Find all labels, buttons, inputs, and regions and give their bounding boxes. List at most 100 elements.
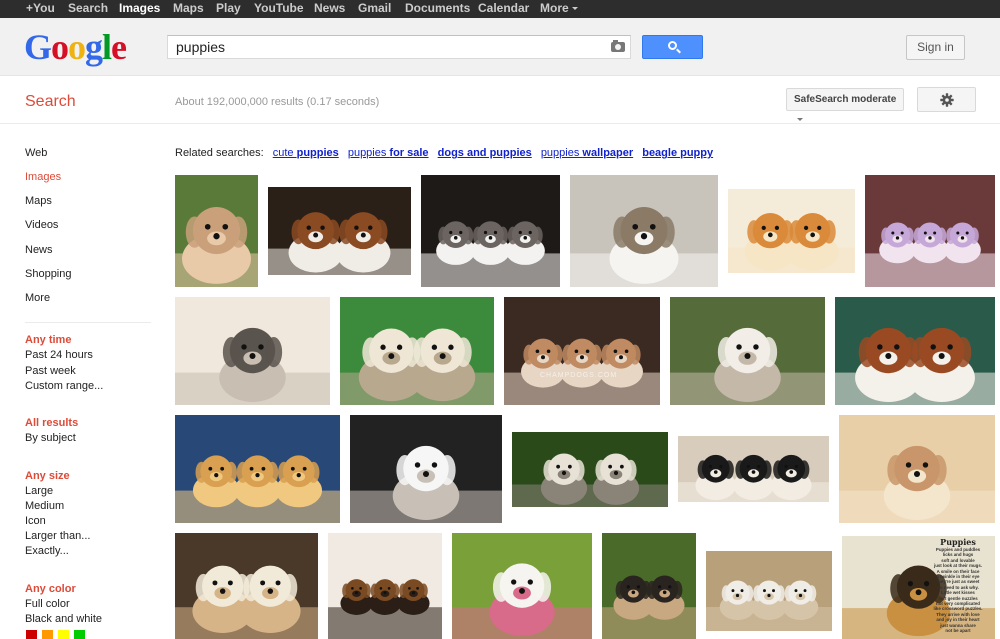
image-result-cavalier-puppies-blanket[interactable] bbox=[835, 297, 995, 405]
topbar-item-youtube[interactable]: YouTube bbox=[254, 1, 304, 15]
thumbnail-graphic bbox=[570, 175, 718, 287]
related-link-beagle-puppy[interactable]: beagle puppy bbox=[642, 147, 713, 159]
color-swatch-orange[interactable] bbox=[42, 630, 53, 639]
top-navigation-bar: +You Search Images Maps Play YouTube New… bbox=[0, 0, 1000, 18]
tool-past-week[interactable]: Past week bbox=[25, 365, 76, 377]
image-result-white-fluffy-puppy-closeup[interactable] bbox=[350, 415, 502, 523]
search-header: Google Sign in bbox=[0, 18, 1000, 76]
image-result-puppy-in-hand[interactable] bbox=[175, 175, 258, 287]
tool-by-subject[interactable]: By subject bbox=[25, 432, 76, 444]
topbar-item-images[interactable]: Images bbox=[119, 1, 160, 15]
thumbnail-graphic bbox=[839, 415, 995, 523]
thumbnail-graphic bbox=[452, 533, 592, 639]
nav-item-web[interactable]: Web bbox=[25, 147, 47, 159]
topbar-item-documents[interactable]: Documents bbox=[405, 1, 470, 15]
tool-any-size[interactable]: Any size bbox=[25, 470, 70, 482]
thumbnail-graphic bbox=[670, 297, 825, 405]
tool-size-icon[interactable]: Icon bbox=[25, 515, 46, 527]
topbar-item-gmail[interactable]: Gmail bbox=[358, 1, 391, 15]
nav-item-maps[interactable]: Maps bbox=[25, 195, 52, 207]
topbar-item-search[interactable]: Search bbox=[68, 1, 108, 15]
nav-item-news[interactable]: News bbox=[25, 244, 53, 256]
color-swatch-green[interactable] bbox=[74, 630, 85, 639]
image-result-fluffy-white-puppies[interactable] bbox=[670, 297, 825, 405]
thumbnail-graphic bbox=[350, 415, 502, 523]
thumbnail-graphic bbox=[175, 415, 340, 523]
image-result-golden-retriever-litter[interactable] bbox=[175, 415, 340, 523]
image-result-white-puppies-basket[interactable] bbox=[452, 533, 592, 639]
image-result-black-white-puppy-litter[interactable] bbox=[678, 436, 829, 502]
thumbnail-graphic bbox=[268, 187, 411, 275]
image-poem-text: Puppies Puppies and puddles licks and hu… bbox=[922, 538, 994, 634]
settings-button[interactable] bbox=[917, 87, 976, 112]
gear-icon bbox=[940, 93, 954, 107]
thumbnail-graphic bbox=[340, 297, 494, 405]
image-result-pug-puppy[interactable] bbox=[602, 533, 696, 639]
poem-line: not be apart bbox=[945, 628, 971, 634]
image-result-two-husky-puppies[interactable] bbox=[421, 175, 560, 287]
tool-black-and-white[interactable]: Black and white bbox=[25, 613, 102, 625]
tool-size-larger-than[interactable]: Larger than... bbox=[25, 530, 90, 542]
tool-any-color[interactable]: Any color bbox=[25, 583, 76, 595]
image-result-sleeping-puppies-circle[interactable] bbox=[706, 551, 832, 631]
image-result-two-golden-puppies[interactable] bbox=[175, 533, 318, 639]
tool-size-exactly[interactable]: Exactly... bbox=[25, 545, 69, 557]
image-result-two-cavalier-puppies[interactable] bbox=[268, 187, 411, 275]
topbar-item-more[interactable]: More bbox=[540, 1, 578, 15]
search-box bbox=[167, 35, 631, 59]
related-link-puppies-wallpaper[interactable]: puppies wallpaper bbox=[541, 147, 633, 159]
topbar-item-maps[interactable]: Maps bbox=[173, 1, 204, 15]
topbar-item-news[interactable]: News bbox=[314, 1, 345, 15]
color-swatch-yellow[interactable] bbox=[58, 630, 69, 639]
topbar-item-calendar[interactable]: Calendar bbox=[478, 1, 529, 15]
thumbnail-graphic bbox=[175, 175, 258, 287]
nav-item-shopping[interactable]: Shopping bbox=[25, 268, 72, 280]
thumbnail-graphic bbox=[328, 533, 442, 639]
thumbnail-graphic bbox=[421, 175, 560, 287]
safesearch-label: SafeSearch moderate bbox=[794, 94, 897, 105]
search-input[interactable] bbox=[176, 39, 596, 55]
thumbnail-graphic bbox=[175, 297, 330, 405]
poem-title: Puppies bbox=[940, 538, 976, 547]
image-result-puppies-in-clothes[interactable] bbox=[865, 175, 995, 287]
thumbnail-graphic bbox=[175, 533, 318, 639]
image-result-two-white-puppies-running[interactable] bbox=[570, 175, 718, 287]
search-button[interactable] bbox=[642, 35, 703, 59]
related-link-cute-puppies[interactable]: cute puppies bbox=[273, 147, 339, 159]
tool-custom-range[interactable]: Custom range... bbox=[25, 380, 103, 392]
tool-past-24-hours[interactable]: Past 24 hours bbox=[25, 349, 93, 361]
image-result-husky-puppies-kissing[interactable] bbox=[175, 297, 330, 405]
sign-in-button[interactable]: Sign in bbox=[906, 35, 965, 60]
topbar-item-plus-you[interactable]: +You bbox=[26, 1, 55, 15]
chevron-down-icon bbox=[571, 7, 578, 10]
image-result-puppy-litter-grass[interactable] bbox=[512, 432, 668, 507]
safesearch-dropdown[interactable]: SafeSearch moderate bbox=[786, 88, 904, 121]
thumbnail-graphic bbox=[835, 297, 995, 405]
tool-size-large[interactable]: Large bbox=[25, 485, 53, 497]
search-section-title[interactable]: Search bbox=[25, 93, 76, 111]
image-result-white-puppy-green-bg[interactable] bbox=[340, 297, 494, 405]
result-stats: About 192,000,000 results (0.17 seconds) bbox=[175, 96, 380, 108]
related-link-dogs-and-puppies[interactable]: dogs and puppies bbox=[438, 147, 532, 159]
nav-item-videos[interactable]: Videos bbox=[25, 219, 58, 231]
camera-icon[interactable] bbox=[611, 40, 625, 52]
google-logo[interactable]: Google bbox=[24, 28, 127, 66]
image-result-golden-puppies-cuddling[interactable] bbox=[728, 189, 855, 273]
tool-size-medium[interactable]: Medium bbox=[25, 500, 64, 512]
image-result-sleeping-yellow-puppies[interactable] bbox=[839, 415, 995, 523]
related-link-puppies-for-sale[interactable]: puppies for sale bbox=[348, 147, 429, 159]
search-icon bbox=[668, 41, 677, 50]
tool-all-results[interactable]: All results bbox=[25, 417, 78, 429]
tool-full-color[interactable]: Full color bbox=[25, 598, 70, 610]
nav-item-images[interactable]: Images bbox=[25, 171, 61, 183]
related-searches-label: Related searches: bbox=[175, 147, 264, 159]
thumbnail-graphic bbox=[706, 551, 832, 631]
thumbnail-graphic bbox=[865, 175, 995, 287]
image-result-beagle-puppy[interactable] bbox=[328, 533, 442, 639]
nav-item-more[interactable]: More bbox=[25, 292, 50, 304]
tool-any-time[interactable]: Any time bbox=[25, 334, 71, 346]
poem-lines: Puppies and puddles licks and hugs soft … bbox=[922, 547, 994, 634]
topbar-item-play[interactable]: Play bbox=[216, 1, 241, 15]
color-swatch-red[interactable] bbox=[26, 630, 37, 639]
image-result-bulldog-puppy[interactable] bbox=[504, 297, 660, 405]
